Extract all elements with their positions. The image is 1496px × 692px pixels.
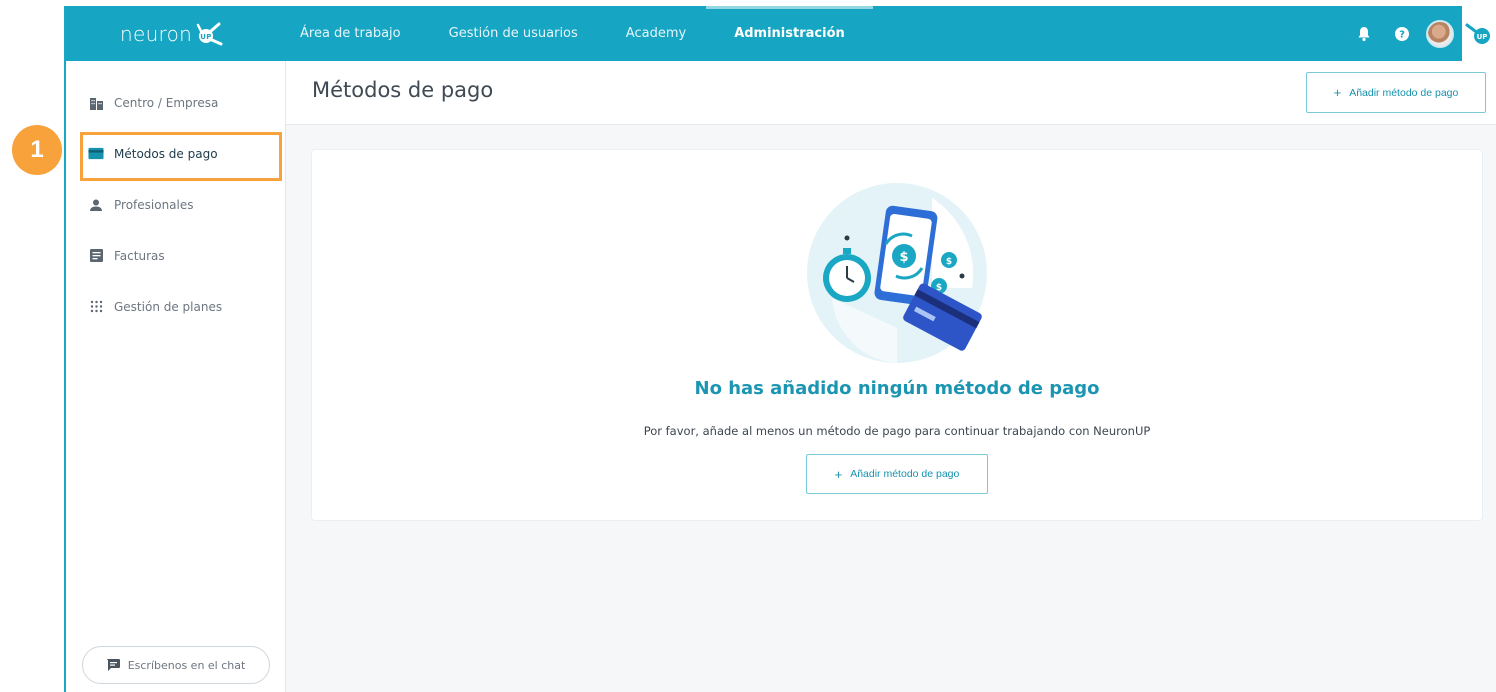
bell-icon[interactable] xyxy=(1350,20,1378,48)
chat-button-label: Escríbenos en el chat xyxy=(127,658,246,672)
plus-icon: + xyxy=(1333,85,1342,100)
neuronup-logo[interactable]: neuron UP xyxy=(120,18,224,50)
add-payment-method-button[interactable]: + Añadir método de pago xyxy=(1306,72,1486,113)
sidebar: Centro / Empresa Métodos de pago Profesi… xyxy=(66,61,286,692)
empty-state-add-button[interactable]: + Añadir método de pago xyxy=(806,454,988,494)
help-icon[interactable]: ? xyxy=(1388,20,1416,48)
nav-area-de-trabajo[interactable]: Área de trabajo xyxy=(300,6,401,61)
empty-state-subtitle: Por favor, añade al menos un método de p… xyxy=(643,424,1151,438)
sidebar-item-centro-empresa[interactable]: Centro / Empresa xyxy=(66,77,285,128)
sidebar-item-label: Facturas xyxy=(114,248,165,263)
credit-card-icon xyxy=(88,146,104,162)
nav-academy[interactable]: Academy xyxy=(626,6,686,61)
main-content: Métodos de pago + Añadir método de pago … xyxy=(286,61,1496,692)
chat-icon xyxy=(106,659,120,671)
svg-text:$: $ xyxy=(946,257,952,267)
document-icon xyxy=(88,248,104,264)
sidebar-item-facturas[interactable]: Facturas xyxy=(66,230,285,281)
sidebar-item-gestion-de-planes[interactable]: Gestión de planes xyxy=(66,281,285,332)
user-avatar[interactable] xyxy=(1426,19,1454,48)
main-nav: Área de trabajo Gestión de usuarios Acad… xyxy=(300,6,893,61)
nav-administracion[interactable]: Administración xyxy=(706,6,873,61)
building-icon xyxy=(88,95,104,111)
sidebar-item-label: Profesionales xyxy=(114,197,194,212)
step-badge: 1 xyxy=(12,125,62,175)
logo-text: neuron xyxy=(120,22,193,46)
app-window: neuron UP Área de trabajo Gestión de usu… xyxy=(64,6,1496,692)
sidebar-item-label: Centro / Empresa xyxy=(114,95,219,110)
svg-text:$: $ xyxy=(899,250,908,265)
person-icon xyxy=(88,197,104,213)
chat-button[interactable]: Escríbenos en el chat xyxy=(82,646,270,684)
neuronup-mini-logo[interactable]: UP xyxy=(1462,6,1496,61)
svg-text:UP: UP xyxy=(200,33,211,41)
payment-illustration: $ $ $ xyxy=(807,183,987,363)
top-right-actions: ? UP xyxy=(1350,6,1496,61)
add-payment-method-label: Añadir método de pago xyxy=(1349,86,1459,99)
top-navigation-bar: neuron UP Área de trabajo Gestión de usu… xyxy=(66,6,1496,61)
page-header: Métodos de pago + Añadir método de pago xyxy=(286,61,1496,125)
nav-gestion-de-usuarios[interactable]: Gestión de usuarios xyxy=(449,6,578,61)
empty-state-card: $ $ $ No has añadido ningún método de pa… xyxy=(312,150,1482,520)
empty-state-title: No has añadido ningún método de pago xyxy=(694,378,1100,399)
sidebar-item-metodos-de-pago[interactable]: Métodos de pago xyxy=(66,128,285,181)
plus-icon: + xyxy=(834,466,843,482)
sidebar-item-label: Gestión de planes xyxy=(114,299,223,314)
sidebar-item-profesionales[interactable]: Profesionales xyxy=(66,179,285,230)
neuron-logo-icon: UP xyxy=(196,22,223,46)
sidebar-item-label: Métodos de pago xyxy=(114,146,218,161)
page-title: Métodos de pago xyxy=(312,78,494,102)
empty-state-add-label: Añadir método de pago xyxy=(850,468,960,480)
svg-text:?: ? xyxy=(1399,29,1405,40)
svg-text:UP: UP xyxy=(1477,33,1488,41)
grid-dots-icon xyxy=(88,299,104,315)
